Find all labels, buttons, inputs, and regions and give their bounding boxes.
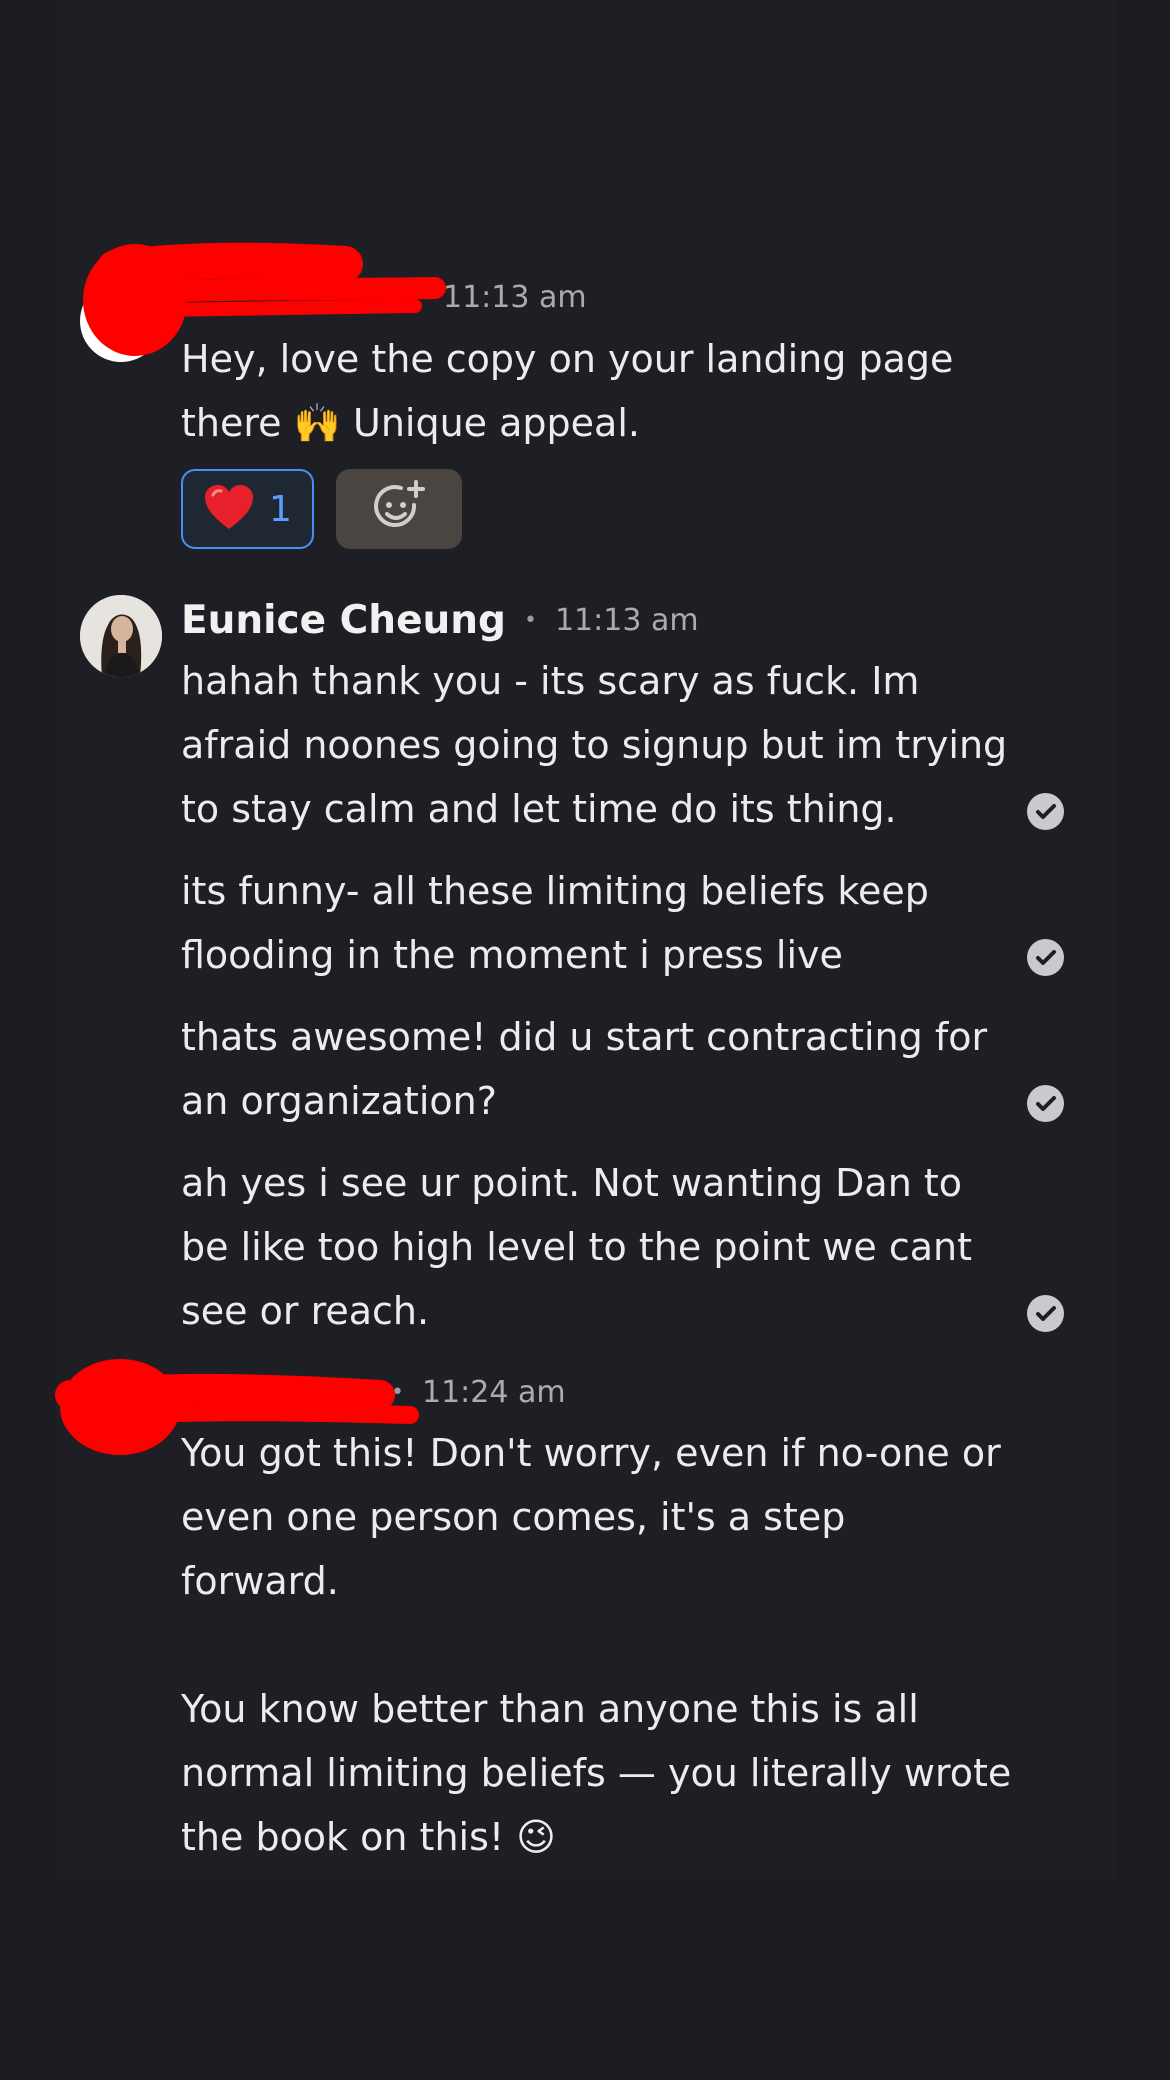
redaction-scribble xyxy=(83,242,446,356)
avatar[interactable] xyxy=(80,595,162,677)
add-reaction-icon xyxy=(370,478,428,540)
check-circle-icon xyxy=(1027,1085,1064,1122)
check-circle-icon xyxy=(1027,1295,1064,1332)
message-text: thats awesome! did u start contracting f… xyxy=(181,1015,988,1123)
separator-dot: • xyxy=(523,607,537,633)
author-name[interactable]: Eunice Cheung xyxy=(181,598,506,643)
check-circle-icon xyxy=(1027,939,1064,976)
red-heart-icon xyxy=(203,483,255,535)
profile-photo-icon xyxy=(80,595,162,677)
check-circle-icon xyxy=(1027,793,1064,830)
message-text: hahah thank you - its scary as fuck. Im … xyxy=(181,659,1008,831)
message-text: You got this! Don't worry, even if no-on… xyxy=(181,1431,1012,1859)
redaction-scribble xyxy=(55,1359,419,1455)
add-reaction-button[interactable] xyxy=(336,469,462,549)
reaction-heart-button[interactable]: 1 xyxy=(181,469,314,549)
timestamp: 11:13 am xyxy=(443,279,587,315)
reaction-count: 1 xyxy=(269,488,292,530)
message-text: its funny- all these limiting beliefs ke… xyxy=(181,869,929,977)
timestamp: 11:13 am xyxy=(554,602,699,638)
message-text: ah yes i see ur point. Not wanting Dan t… xyxy=(181,1161,973,1333)
timestamp: 11:24 am xyxy=(421,1374,566,1410)
